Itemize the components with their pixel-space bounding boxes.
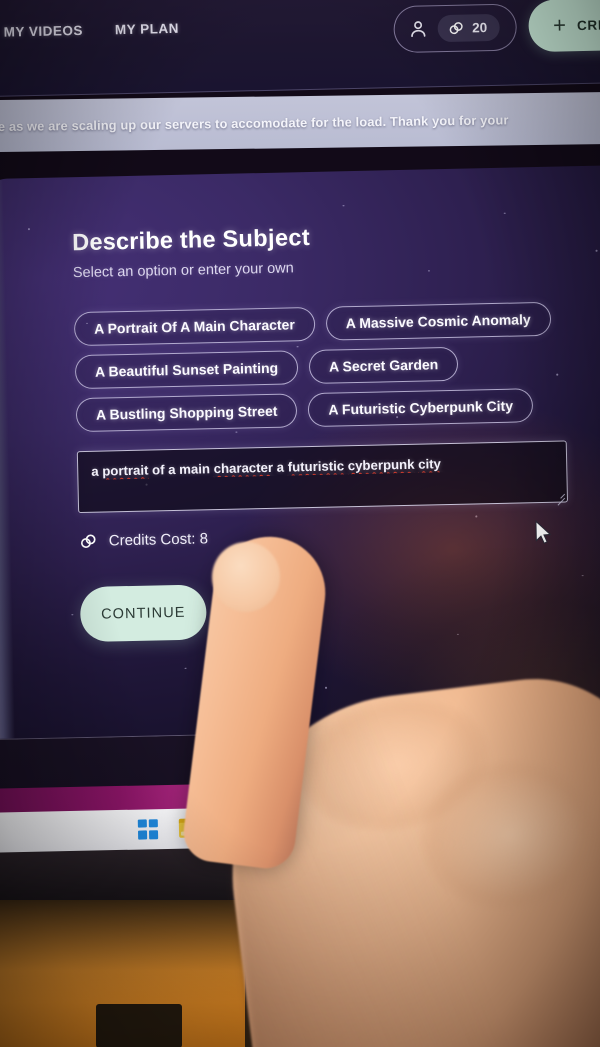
header-right-cluster: 20 + CREATE VIDEO [393, 0, 600, 55]
option-chip-portrait-main-character[interactable]: A Portrait Of A Main Character [73, 306, 316, 347]
page-title-prefix: Describe the [71, 225, 223, 256]
option-chip-row: A Bustling Shopping Street A Futuristic … [75, 386, 600, 433]
credits-coin-icon [80, 534, 96, 548]
option-chip-group: A Portrait Of A Main Character A Massive… [73, 300, 600, 433]
card-content: Describe the Subject Select an option or… [72, 217, 600, 643]
create-video-button[interactable]: + CREATE VIDEO [528, 0, 600, 53]
page-subtitle: Select an option or enter your own [72, 260, 294, 282]
monitor-stand [245, 930, 365, 1047]
continue-button[interactable]: CONTINUE [79, 584, 207, 643]
prompt-textarea[interactable]: a portrait of a main character a futuris… [76, 440, 569, 514]
option-chip-futuristic-cyberpunk-city[interactable]: A Futuristic Cyberpunk City [308, 388, 534, 428]
lightroom-icon[interactable]: Lr [221, 816, 244, 838]
desk-object [96, 1004, 182, 1047]
option-chip-secret-garden[interactable]: A Secret Garden [308, 346, 459, 385]
plus-icon: + [552, 12, 567, 38]
credits-chip[interactable]: 20 [437, 13, 501, 42]
nav-item-my-videos[interactable]: MY VIDEOS [3, 23, 83, 40]
taskbar-icons: Lr [137, 816, 285, 840]
option-chip-massive-cosmic-anomaly[interactable]: A Massive Cosmic Anomaly [325, 301, 552, 341]
account-pill[interactable]: 20 [393, 2, 518, 53]
option-chip-row: A Portrait Of A Main Character A Massive… [73, 300, 600, 347]
screen-area: MY VIDEOS MY PLAN 20 + CREATE generate a… [0, 0, 600, 835]
prompt-value: a portrait of a main character a futuris… [91, 456, 442, 479]
file-explorer-icon[interactable] [178, 818, 202, 838]
credits-coin-icon [450, 21, 464, 34]
credits-cost-row: Credits Cost: 8 [79, 520, 600, 551]
credits-cost-label: Credits Cost: 8 [108, 530, 209, 550]
credits-value: 20 [471, 19, 488, 35]
announcement-banner: r to generate as we are scaling up our s… [0, 90, 600, 154]
user-icon [411, 20, 426, 37]
page-title: Describe the Subject [72, 217, 600, 256]
page-title-emphasis: Subject [222, 224, 311, 252]
mouse-arrow-cursor [535, 520, 552, 544]
taskbar-app-icon[interactable] [263, 816, 285, 837]
app-header: MY VIDEOS MY PLAN 20 + CREATE [0, 0, 600, 98]
option-chip-row: A Beautiful Sunset Painting A Secret Gar… [74, 343, 600, 390]
content-card: Describe the Subject Select an option or… [0, 163, 600, 739]
option-chip-bustling-shopping-street[interactable]: A Bustling Shopping Street [75, 393, 298, 433]
main-nav: MY VIDEOS MY PLAN [3, 21, 179, 40]
monitor-photo: MY VIDEOS MY PLAN 20 + CREATE generate a… [0, 0, 600, 1047]
option-chip-beautiful-sunset-painting[interactable]: A Beautiful Sunset Painting [74, 350, 299, 390]
create-video-label: CREATE VIDEO [576, 15, 600, 33]
nav-item-my-plan[interactable]: MY PLAN [115, 21, 179, 37]
windows-start-icon[interactable] [137, 818, 159, 840]
resize-handle-icon[interactable] [554, 490, 566, 506]
announcement-text: r to generate as we are scaling up our s… [0, 111, 509, 135]
